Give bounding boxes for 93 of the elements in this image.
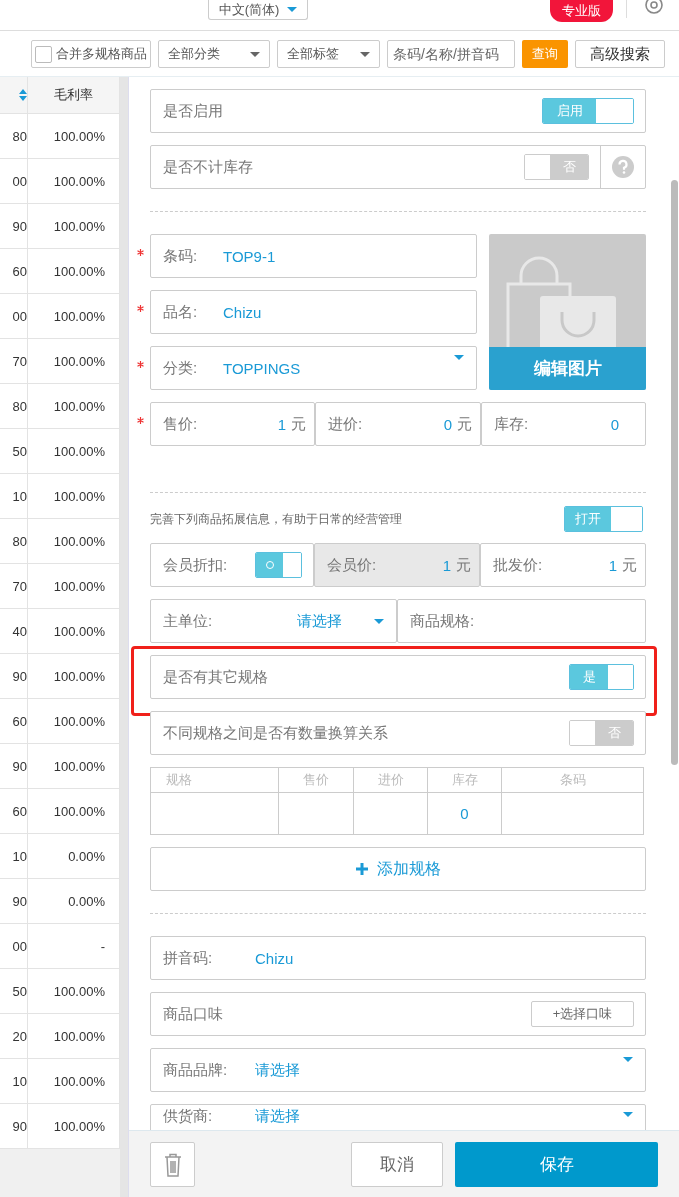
table-cell: 00: [0, 924, 28, 968]
price-field[interactable]: 售价: 1 元: [150, 402, 315, 446]
settings-icon: [643, 0, 665, 16]
table-cell: 90: [0, 1104, 28, 1148]
table-cell: 100.00%: [28, 609, 120, 653]
category-select[interactable]: 全部分类: [158, 40, 270, 68]
choose-flavor-button[interactable]: +选择口味: [531, 1001, 634, 1027]
table-cell: 70: [0, 564, 28, 608]
trash-icon: [163, 1152, 182, 1177]
field-label: 是否启用: [162, 101, 224, 121]
column-header: 进价: [354, 768, 428, 792]
member-discount-field: 会员折扣:: [150, 543, 314, 587]
table-cell: 100.00%: [28, 1059, 120, 1103]
column-header: 售价: [279, 768, 354, 792]
table-cell: 70: [0, 339, 28, 383]
table-cell: 100.00%: [28, 159, 120, 203]
field-label: 是否不计库存: [162, 157, 254, 177]
table-cell: 100.00%: [28, 789, 120, 833]
column-header: 库存: [428, 768, 502, 792]
text-field[interactable]: 商品规格:: [397, 599, 646, 643]
field-label: 商品口味: [162, 1004, 224, 1024]
table-cell: 100.00%: [28, 294, 120, 338]
table-cell: 100.00%: [28, 744, 120, 788]
field-label: 不同规格之间是否有数量换算关系: [162, 723, 389, 743]
table-cell: 20: [0, 1014, 28, 1058]
table-cell: 60: [0, 789, 28, 833]
price-field: 会员价: 1 元: [314, 543, 480, 587]
text-field[interactable]: 拼音码: Chizu: [150, 936, 646, 980]
table-cell: 90: [0, 879, 28, 923]
price-field[interactable]: 库存: 0: [481, 402, 646, 446]
table-cell: 100.00%: [28, 474, 120, 518]
column-header: 条码: [558, 771, 587, 789]
hint-text: 完善下列商品拓展信息，有助于日常的经营管理: [150, 510, 403, 528]
table-cell: 0.00%: [28, 879, 120, 923]
table-cell: 100.00%: [28, 699, 120, 743]
delete-button[interactable]: [150, 1142, 195, 1187]
scrollbar[interactable]: [671, 180, 678, 765]
table-cell: 0.00%: [28, 834, 120, 878]
table-cell: 80: [0, 519, 28, 563]
column-header: 规格: [151, 768, 279, 792]
table-cell: 60: [0, 249, 28, 293]
edit-image-button[interactable]: 编辑图片: [489, 347, 646, 390]
table-cell: 100.00%: [28, 969, 120, 1013]
table-cell: 100.00%: [28, 1104, 120, 1148]
table-cell: 80: [0, 384, 28, 428]
help-icon: [612, 156, 634, 178]
merge-checkbox[interactable]: 合并多规格商品: [31, 40, 151, 68]
column-header[interactable]: 毛利率: [28, 77, 120, 113]
price-field[interactable]: 进价: 0 元: [315, 402, 481, 446]
table-cell: 90: [0, 204, 28, 248]
edition-badge: 专业版: [550, 0, 613, 22]
table-cell: 100.00%: [28, 1014, 120, 1058]
dropdown-field[interactable]: 供货商: 请选择: [150, 1104, 646, 1130]
table-cell: 10: [0, 834, 28, 878]
table-cell: 90: [0, 744, 28, 788]
unit-select[interactable]: 主单位: 请选择: [150, 599, 397, 643]
text-field[interactable]: 品名: Chizu: [150, 290, 477, 334]
table-cell: 40: [0, 609, 28, 653]
table-cell: 100.00%: [28, 654, 120, 698]
save-button[interactable]: 保存: [455, 1142, 658, 1187]
text-field[interactable]: 条码: TOP9-1: [150, 234, 477, 278]
toggle-switch[interactable]: [255, 552, 302, 578]
table-cell: -: [28, 924, 120, 968]
table-cell: 100.00%: [28, 114, 120, 158]
sort-icon: [19, 88, 27, 102]
table-cell: 10: [0, 474, 28, 518]
category-select[interactable]: 分类: TOPPINGS: [150, 346, 477, 390]
field-label: 是否有其它规格: [162, 667, 269, 687]
table-cell: 00: [0, 294, 28, 338]
dropdown-field[interactable]: 商品品牌: 请选择: [150, 1048, 646, 1092]
table-cell: 100.00%: [28, 384, 120, 428]
add-spec-button[interactable]: 添加规格: [150, 847, 646, 891]
table-cell: 100.00%: [28, 339, 120, 383]
price-field[interactable]: 批发价: 1 元: [480, 543, 646, 587]
table-cell: 0: [460, 805, 469, 822]
table-cell: 100.00%: [28, 429, 120, 473]
cancel-button[interactable]: 取消: [351, 1142, 443, 1187]
table-cell: 100.00%: [28, 204, 120, 248]
table-cell: 60: [0, 699, 28, 743]
table-cell: 100.00%: [28, 564, 120, 608]
advanced-search-button[interactable]: 高级搜索: [575, 40, 665, 68]
table-cell: 50: [0, 429, 28, 473]
table-cell: 50: [0, 969, 28, 1013]
search-field[interactable]: 条码/名称/拼音码: [387, 40, 515, 68]
table-cell: 90: [0, 654, 28, 698]
language-select[interactable]: 中文(简体): [208, 0, 308, 20]
table-cell: 100.00%: [28, 519, 120, 563]
tag-select[interactable]: 全部标签: [277, 40, 380, 68]
table-cell: 100.00%: [28, 249, 120, 293]
table-cell: 80: [0, 114, 28, 158]
table-cell: 10: [0, 1059, 28, 1103]
plus-icon: [355, 863, 368, 875]
table-cell: 00: [0, 159, 28, 203]
